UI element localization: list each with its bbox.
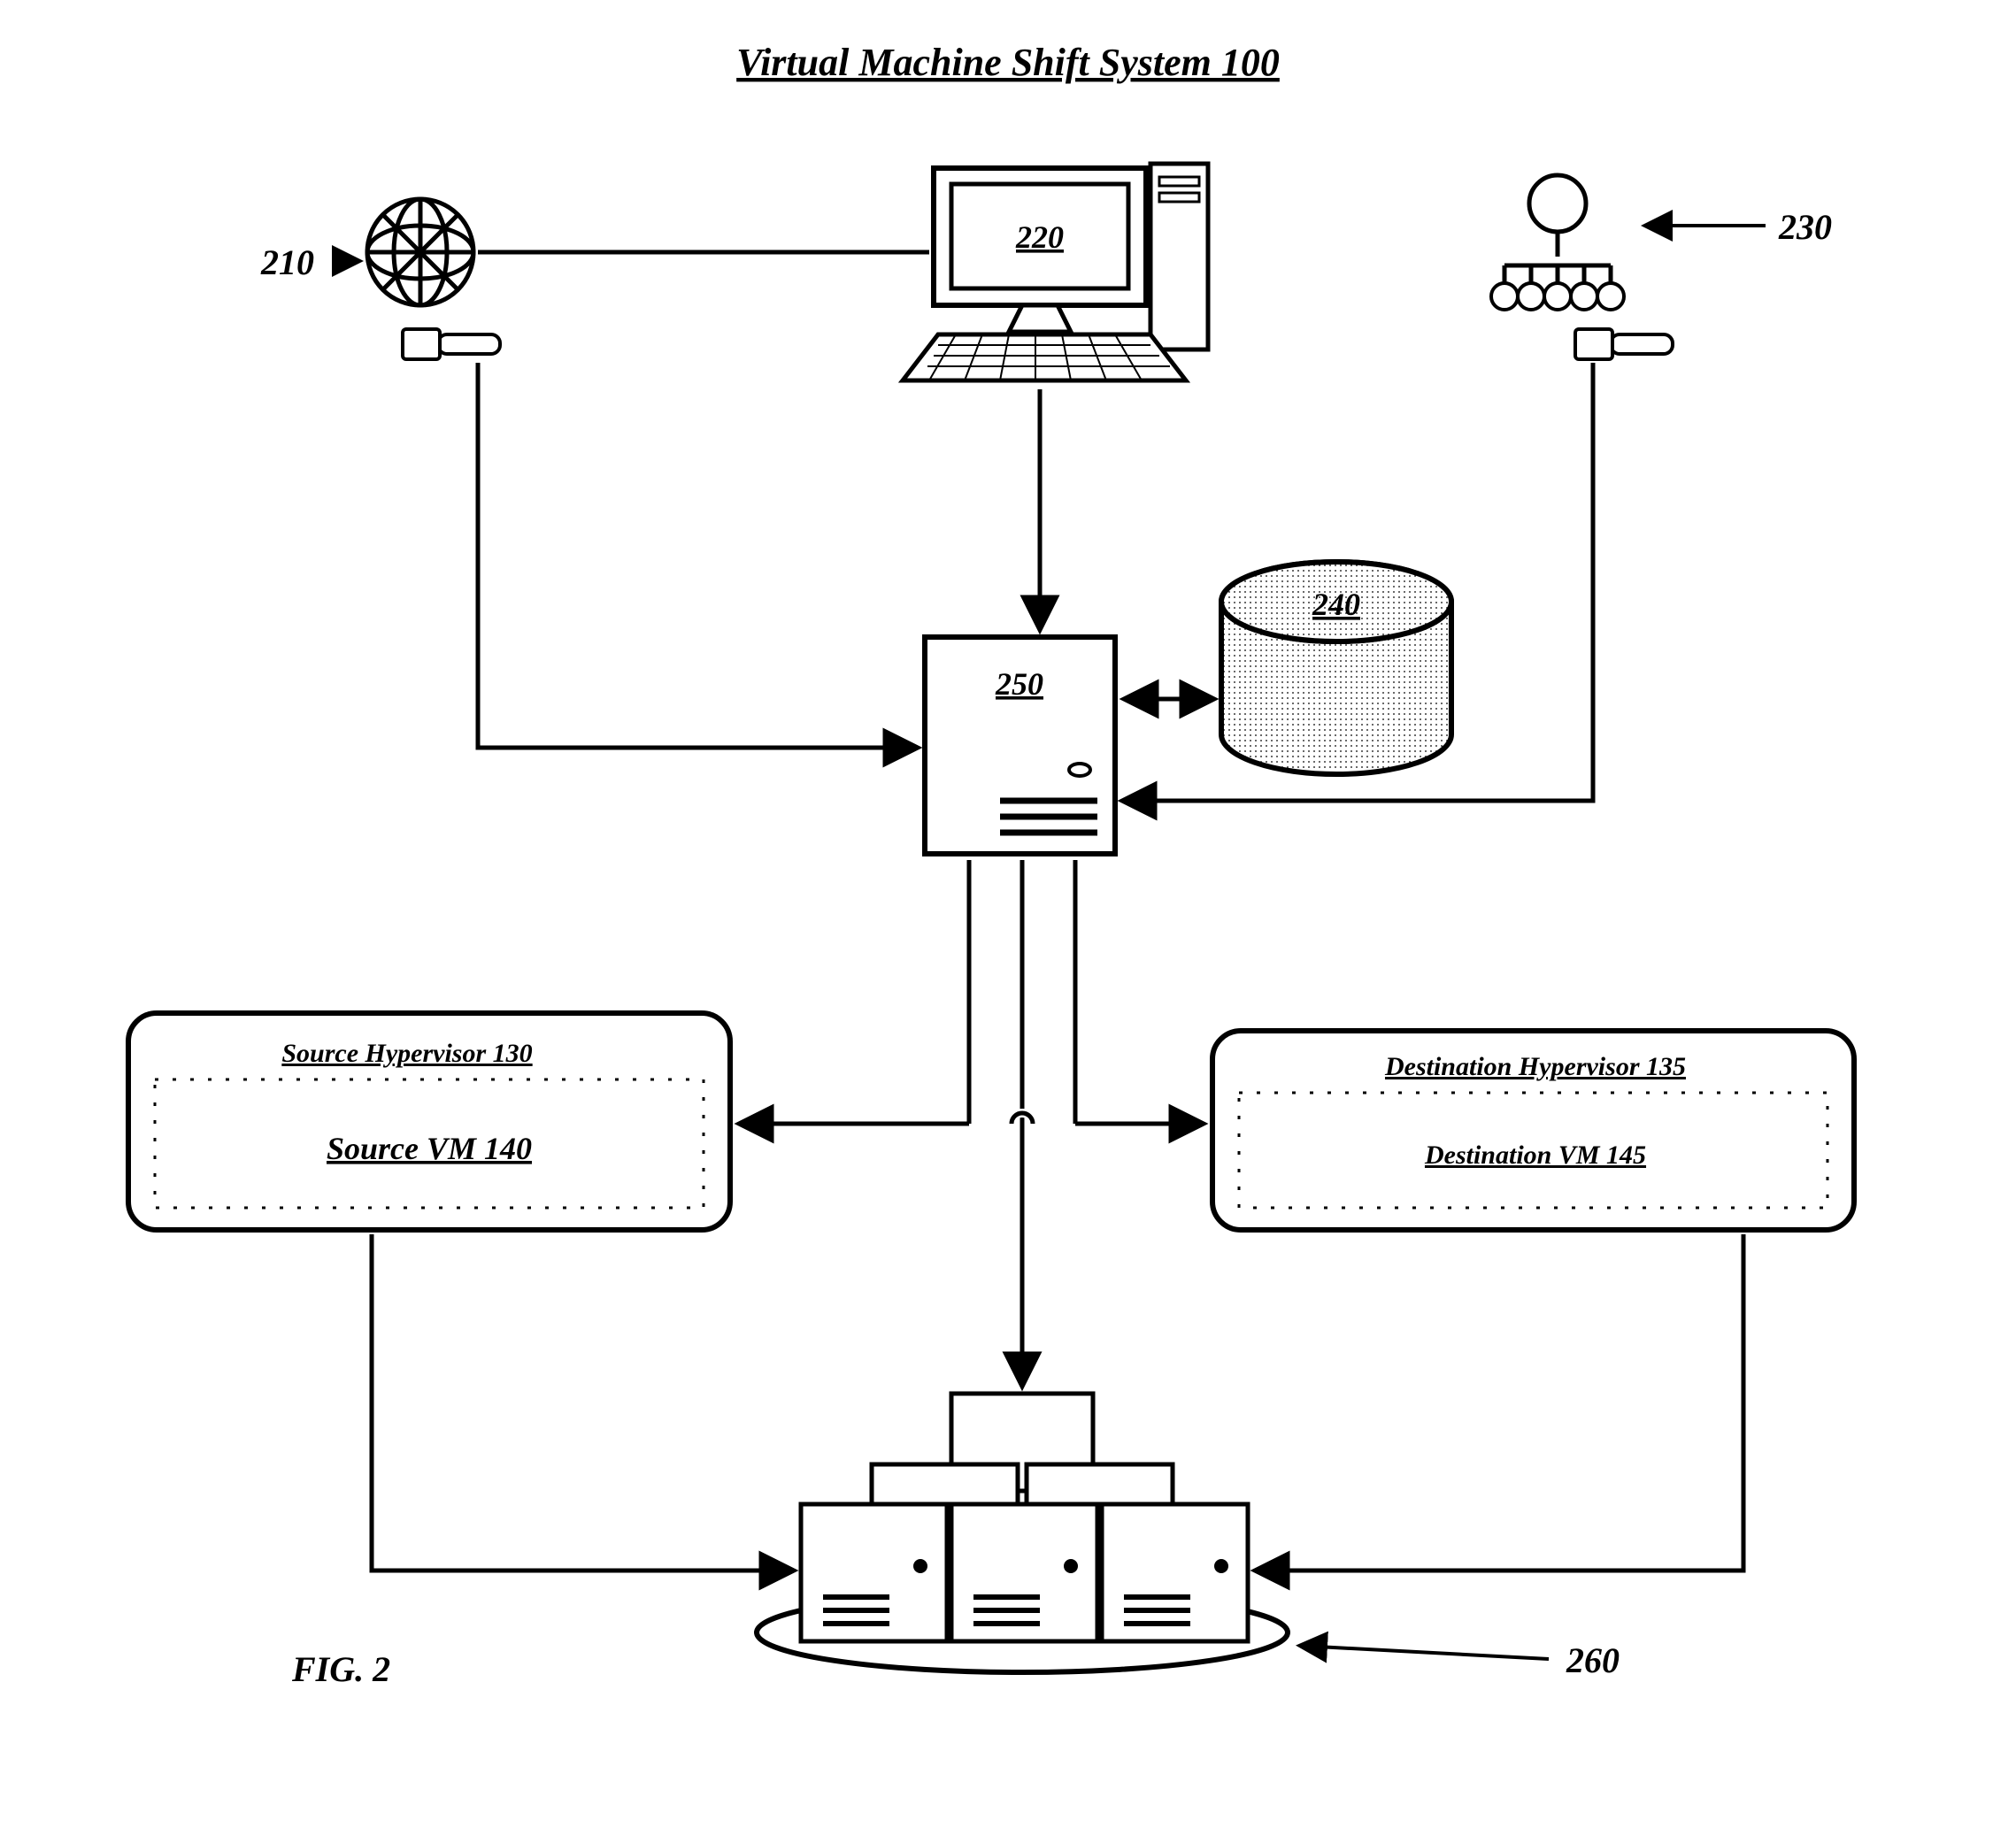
source-hypervisor-label: Source Hypervisor 130 [281, 1039, 532, 1068]
destination-hypervisor-box: Destination Hypervisor 135 Destination V… [1212, 1031, 1854, 1230]
source-hypervisor-box: Source Hypervisor 130 Source VM 140 [128, 1013, 730, 1230]
device-icon-right [1575, 329, 1673, 359]
ref-230: 230 [1778, 207, 1832, 247]
storage-icon [757, 1394, 1288, 1672]
device-icon-left [403, 329, 500, 359]
diagram-title: Virtual Machine Shift System 100 [736, 41, 1280, 84]
ref-210: 210 [260, 242, 314, 282]
dest-vm-label: Destination VM 145 [1424, 1141, 1646, 1170]
dest-hypervisor-label: Destination Hypervisor 135 [1384, 1052, 1686, 1081]
globe-icon [367, 199, 473, 305]
server-icon: 250 [925, 637, 1115, 854]
database-icon: 240 [1221, 562, 1451, 774]
ref-260: 260 [1566, 1640, 1620, 1680]
cluster-icon [1491, 175, 1624, 310]
ref-240: 240 [1312, 587, 1360, 622]
ref-220: 220 [1015, 219, 1064, 255]
computer-icon: 220 [903, 164, 1208, 380]
source-vm-label: Source VM 140 [327, 1131, 532, 1166]
figure-label: FIG. 2 [291, 1649, 390, 1689]
ref-250: 250 [995, 666, 1043, 702]
